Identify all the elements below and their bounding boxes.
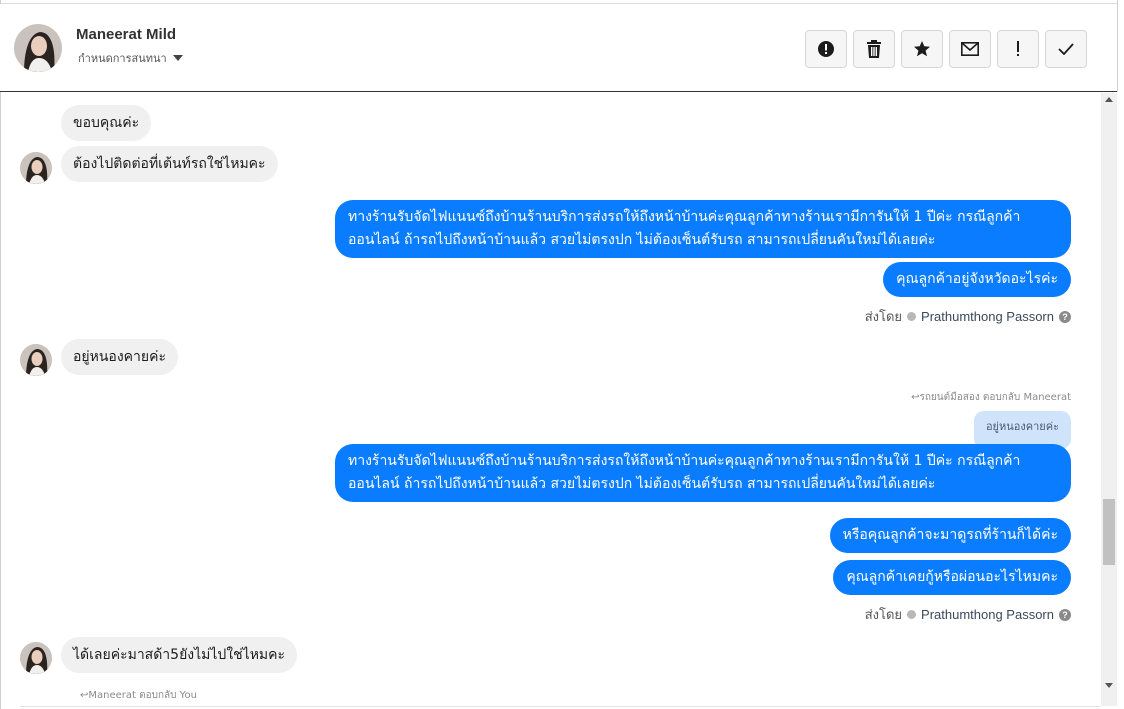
outgoing-message: ทางร้านรับจัดไฟแนนซ์ถึงบ้านร้านบริการส่ง…	[335, 444, 1071, 502]
verified-icon	[907, 610, 917, 619]
assign-label: กำหนดการสนทนา	[78, 52, 167, 65]
reply-icon: ↩	[911, 392, 920, 403]
outgoing-message: หรือคุณลูกค้าจะมาดูรถที่ร้านก็ได้ค่ะ	[829, 518, 1071, 553]
spam-button[interactable]	[805, 30, 847, 68]
done-button[interactable]	[1045, 30, 1087, 68]
outgoing-message: คุณลูกค้าเคยกู้หรือผ่อนอะไรไหมคะ	[833, 560, 1071, 595]
sent-by-label: ส่งโดย Prathumthong Passorn ?	[865, 306, 1071, 327]
mark-unread-button[interactable]	[949, 30, 991, 68]
reply-context-text: Maneerat ตอบกลับ You	[88, 690, 197, 701]
reply-context-text: รถยนต์มือสอง ตอบกลับ Maneerat	[919, 392, 1072, 403]
star-button[interactable]	[901, 30, 943, 68]
contact-avatar-small	[20, 344, 52, 376]
star-icon	[914, 41, 930, 57]
incoming-message: ต้องไปติดต่อที่เต้นท์รถใช่ไหมคะ	[61, 146, 278, 182]
sent-by-text: ส่งโดย	[864, 309, 903, 324]
caret-down-icon	[172, 55, 183, 61]
reply-context: ↩รถยนต์มือสอง ตอบกลับ Maneerat	[911, 390, 1071, 405]
check-icon	[1058, 43, 1074, 55]
message-thread[interactable]: ขอบคุณค่ะ ต้องไปติดต่อที่เต้นท์รถใช่ไหมค…	[0, 93, 1101, 706]
incoming-message: อยู่หนองคายค่ะ	[61, 339, 178, 375]
help-icon[interactable]: ?	[1059, 608, 1071, 621]
assign-conversation-dropdown[interactable]: กำหนดการสนทนา	[78, 49, 183, 67]
conversation-header: Maneerat Mild กำหนดการสนทนา	[0, 4, 1117, 92]
messenger-window: Maneerat Mild กำหนดการสนทนา ขอบคุณค่ะ ต้…	[0, 0, 1124, 709]
scrollbar-thumb[interactable]	[1103, 499, 1115, 565]
outgoing-message: คุณลูกค้าอยู่จังหวัดอะไรค่ะ	[883, 262, 1071, 297]
help-icon[interactable]: ?	[1059, 310, 1071, 323]
contact-name: Maneerat Mild	[76, 26, 177, 43]
divider	[1117, 0, 1118, 92]
verified-icon	[907, 312, 917, 321]
important-button[interactable]	[997, 30, 1039, 68]
incoming-message: ขอบคุณค่ะ	[61, 105, 152, 141]
scroll-up-icon[interactable]	[1105, 97, 1113, 102]
delete-button[interactable]	[853, 30, 895, 68]
trash-icon	[867, 40, 881, 58]
reply-context: ↩Maneerat ตอบกลับ You	[80, 688, 197, 703]
vertical-scrollbar[interactable]	[1101, 93, 1117, 706]
outgoing-message: ทางร้านรับจัดไฟแนนซ์ถึงบ้านร้านบริการส่ง…	[335, 200, 1071, 258]
conversation-actions	[805, 30, 1087, 68]
envelope-icon	[961, 42, 979, 56]
exclamation-icon	[1017, 41, 1019, 56]
contact-avatar-small	[20, 152, 52, 184]
agent-name[interactable]: Prathumthong Passorn	[921, 309, 1054, 324]
divider	[20, 706, 1101, 707]
alert-circle-icon	[818, 41, 834, 57]
scroll-down-icon[interactable]	[1105, 683, 1113, 688]
contact-avatar[interactable]	[14, 24, 62, 72]
sent-by-label: ส่งโดย Prathumthong Passorn ?	[865, 604, 1071, 625]
contact-avatar-small	[20, 642, 52, 674]
incoming-message: ได้เลยค่ะมาสด้า5ยังไม่ไปใช่ไหมคะ	[61, 637, 298, 673]
agent-name[interactable]: Prathumthong Passorn	[921, 607, 1054, 622]
sent-by-text: ส่งโดย	[864, 607, 903, 622]
